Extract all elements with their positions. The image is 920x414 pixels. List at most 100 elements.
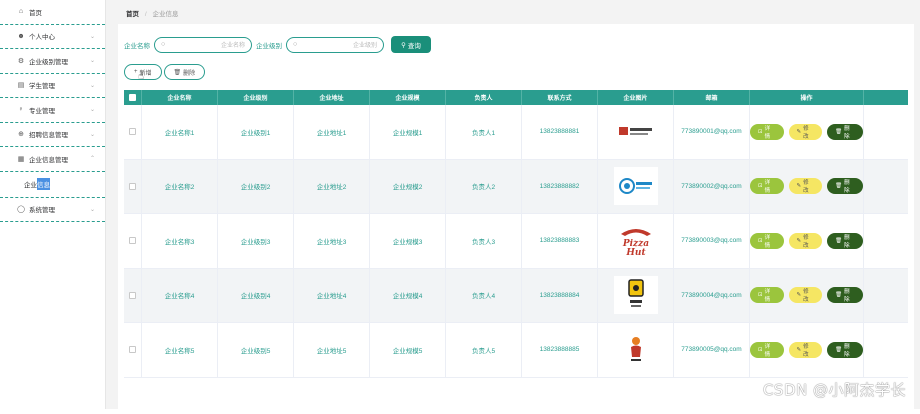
cell-phone: 13823888882 xyxy=(522,159,598,213)
detail-icon: ⊡ xyxy=(758,237,763,244)
cell-phone: 13823888885 xyxy=(522,323,598,377)
sidebar-subitem-company-info[interactable]: 企业 信息 xyxy=(0,172,105,198)
company-logo-image[interactable] xyxy=(613,330,658,369)
company-logo-image[interactable] xyxy=(613,167,658,206)
delete-button[interactable]: 🗑 删除 xyxy=(163,64,206,80)
edit-button[interactable]: ✎ 修改 xyxy=(788,287,823,304)
sidebar-item-home[interactable]: ⌂ 首页 xyxy=(0,0,105,25)
mic-icon: ♀ xyxy=(18,106,24,114)
row-checkbox-cell xyxy=(124,159,142,213)
watermark: CSDN @小阿杰学长 xyxy=(762,381,906,399)
edit-icon: ✎ xyxy=(796,183,802,190)
cell-operations: ⊡ 详情 ✎ 修改 🗑 删除 xyxy=(750,323,864,377)
sidebar-item-label: 个人中心 xyxy=(29,34,55,42)
sidebar-item-recruitment[interactable]: ⊕ 招聘信息管理 ⌄ xyxy=(0,123,105,147)
edit-button[interactable]: ✎ 修改 xyxy=(788,123,823,140)
detail-button[interactable]: ⊡ 详情 xyxy=(750,287,784,304)
cell-company-name: 企业名称1 xyxy=(142,105,218,159)
edit-button-label: 修改 xyxy=(803,234,809,249)
cell-email: 773890001@qq.com xyxy=(674,105,750,159)
plus-icon: + xyxy=(134,69,138,75)
row-delete-button[interactable]: 🗑 删除 xyxy=(827,287,863,304)
edit-button-label: 修改 xyxy=(803,180,809,195)
breadcrumb-current: 企业信息 xyxy=(152,11,179,18)
sidebar-item-majors[interactable]: ♀ 专业管理 ⌄ xyxy=(0,98,105,123)
edit-button[interactable]: ✎ 修改 xyxy=(788,232,823,249)
cell-operations: ⊡ 详情 ✎ 修改 🗑 删除 xyxy=(750,214,864,268)
company-logo-image[interactable]: Pizza Hut xyxy=(613,221,658,260)
row-checkbox[interactable] xyxy=(129,182,136,190)
row-checkbox[interactable] xyxy=(129,237,136,245)
card-icon: ▤ xyxy=(17,82,25,90)
sidebar-item-company-level[interactable]: ⚙ 企业级别管理 ⌄ xyxy=(0,49,105,74)
column-header: 操作 xyxy=(750,90,864,105)
sidebar-item-label: 招聘信息管理 xyxy=(29,132,68,140)
submenu-label-highlight: 信息 xyxy=(37,178,50,190)
detail-button[interactable]: ⊡ 详情 xyxy=(750,178,784,195)
detail-button[interactable]: ⊡ 详情 xyxy=(750,123,784,140)
company-level-placeholder: 企业级别 xyxy=(352,43,377,49)
cell-company-name: 企业名称2 xyxy=(142,159,218,213)
cell-email: 773890005@qq.com xyxy=(674,323,750,377)
row-checkbox[interactable] xyxy=(129,291,136,299)
svg-text:Hut: Hut xyxy=(625,248,646,258)
trash-icon: 🗑 xyxy=(173,69,182,76)
chevron-down-icon: ⌄ xyxy=(89,33,95,40)
detail-button[interactable]: ⊡ 详情 xyxy=(750,341,784,358)
user-icon: ☻ xyxy=(17,32,25,40)
query-button[interactable]: ⚲ 查询 xyxy=(391,36,431,53)
cell-company-level: 企业级别2 xyxy=(218,159,294,213)
cell-company-address: 企业地址1 xyxy=(294,105,370,159)
building-icon: ▦ xyxy=(17,155,25,163)
sidebar-item-label: 学生管理 xyxy=(29,83,55,91)
detail-icon: ⊡ xyxy=(758,128,763,135)
sidebar-item-system[interactable]: ◯ 系统管理 ⌄ xyxy=(0,198,105,222)
company-logo-image[interactable] xyxy=(613,276,658,315)
detail-button-label: 详情 xyxy=(764,289,771,304)
sidebar-item-profile[interactable]: ☻ 个人中心 ⌄ xyxy=(0,25,105,49)
row-delete-button[interactable]: 🗑 删除 xyxy=(827,123,863,140)
breadcrumb-separator: / xyxy=(144,11,147,18)
company-logo-image[interactable] xyxy=(613,112,658,151)
search-icon: ○ xyxy=(293,41,298,48)
company-name-input[interactable]: ○ 企业名称 xyxy=(154,36,252,53)
cell-email: 773890003@qq.com xyxy=(674,214,750,268)
edit-button[interactable]: ✎ 修改 xyxy=(788,341,823,358)
delete-button-label: 删除 xyxy=(183,70,196,77)
sidebar-item-label: 系统管理 xyxy=(29,207,55,215)
checkbox[interactable] xyxy=(129,94,136,101)
table-body: 企业名称1 企业级别1 企业地址1 企业规模1 负责人1 13823888881 77389… xyxy=(124,105,908,378)
edit-button[interactable]: ✎ 修改 xyxy=(788,178,823,195)
sidebar-item-company-info[interactable]: ▦ 企业信息管理 ⌃ xyxy=(0,147,105,172)
row-delete-button-label: 删除 xyxy=(844,289,850,304)
company-level-input[interactable]: ○ 企业级别 xyxy=(286,36,384,53)
edit-button-label: 修改 xyxy=(803,343,809,358)
cell-company-address: 企业地址4 xyxy=(294,268,370,322)
breadcrumb-home[interactable]: 首页 xyxy=(126,11,139,18)
row-delete-button[interactable]: 🗑 删除 xyxy=(827,341,863,358)
sidebar-item-students[interactable]: ▤ 学生管理 ⌄ xyxy=(0,74,105,98)
detail-button-label: 详情 xyxy=(764,125,771,140)
detail-button[interactable]: ⊡ 详情 xyxy=(750,232,784,249)
circle-icon: ◯ xyxy=(17,206,25,214)
cell-owner: 负责人3 xyxy=(446,214,522,268)
row-delete-button[interactable]: 🗑 删除 xyxy=(827,178,863,195)
row-checkbox[interactable] xyxy=(129,346,136,354)
row-checkbox[interactable] xyxy=(129,128,136,136)
cell-company-image: Pizza Hut xyxy=(598,214,674,268)
select-all-checkbox[interactable] xyxy=(124,90,142,105)
submenu-label: 企业 xyxy=(24,182,37,189)
column-header: 企业级别 xyxy=(218,90,294,105)
content-panel: 企业名称 ○ 企业名称 企业级别 ○ 企业级别 ⚲ 查询 + 新增 🗑 删除 ☝… xyxy=(118,24,914,414)
edit-icon: ✎ xyxy=(796,292,802,299)
cell-phone: 13823888881 xyxy=(522,105,598,159)
table-row: 企业名称2 企业级别2 企业地址2 企业规模2 负责人2 13823888882 77389… xyxy=(124,159,908,214)
row-delete-button[interactable]: 🗑 删除 xyxy=(827,232,863,249)
search-icon: ○ xyxy=(161,41,166,48)
edit-icon: ✎ xyxy=(796,237,802,244)
company-name-placeholder: 企业名称 xyxy=(220,43,245,49)
cell-company-level: 企业级别5 xyxy=(218,323,294,377)
globe-icon: ⊕ xyxy=(18,131,24,139)
cog-icon: ⚙ xyxy=(17,57,25,65)
cell-company-name: 企业名称4 xyxy=(142,268,218,322)
